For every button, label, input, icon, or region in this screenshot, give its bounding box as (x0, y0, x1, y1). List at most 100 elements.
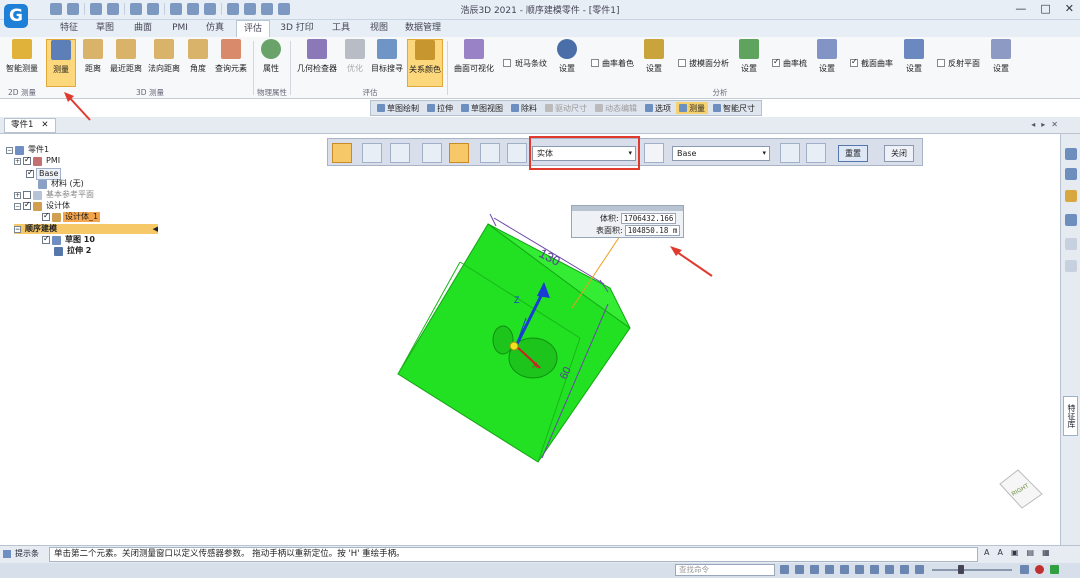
link-icon[interactable] (244, 3, 256, 15)
collapse-icon[interactable]: − (14, 225, 21, 233)
draft-analysis-checkbox[interactable] (678, 59, 686, 67)
results-copy-icon[interactable] (806, 143, 826, 163)
close-tab-icon[interactable]: ✕ (41, 119, 48, 132)
zebra-settings-button[interactable]: 设置 (556, 39, 578, 87)
reflection-plane-checkbox[interactable] (937, 59, 945, 67)
measure-list-icon[interactable] (362, 143, 382, 163)
expand-panel-icon[interactable] (1065, 260, 1077, 272)
expand-icon[interactable]: + (14, 191, 21, 199)
smart-dimension-button[interactable]: 智能尺寸 (710, 102, 758, 114)
curvature-comb-settings-button[interactable]: 设置 (816, 39, 838, 87)
measure-strip-button[interactable]: 测量 (676, 102, 708, 114)
options-button[interactable]: 选项 (642, 102, 674, 114)
hole-feature-top[interactable] (492, 325, 514, 355)
expand-icon[interactable]: + (14, 157, 21, 165)
run-icon[interactable] (1050, 565, 1059, 574)
library-icon[interactable] (1065, 214, 1077, 226)
zoom-area-icon[interactable] (795, 565, 804, 574)
select-icon[interactable] (227, 3, 239, 15)
document-tab[interactable]: 零件1 ✕ (4, 118, 56, 133)
design-body-checkbox[interactable] (23, 200, 31, 210)
model-viewport[interactable]: 130 60 Z X RIGHT (0, 134, 1060, 545)
view-fit-icon[interactable] (780, 565, 789, 574)
entity-type-select[interactable]: 实体 ▾ (532, 146, 636, 161)
tree-node-root[interactable]: − 零件1 (6, 145, 51, 155)
measure-sensor-icon[interactable] (390, 143, 410, 163)
tree-node-pmi[interactable]: + PMI (14, 155, 62, 166)
sketch-draw-button[interactable]: 草图绘制 (374, 102, 422, 114)
copy-icon[interactable] (170, 3, 182, 15)
angle-select-icon[interactable] (480, 143, 500, 163)
tab-simulation[interactable]: 仿真 (200, 20, 230, 37)
base-checkbox[interactable] (26, 168, 34, 178)
zoom-slider[interactable] (932, 569, 1012, 571)
section-curvature-settings-button[interactable]: 设置 (903, 39, 925, 87)
query-element-button[interactable]: 查询元素 (212, 39, 250, 87)
font-smaller-icon[interactable]: A (997, 548, 1002, 557)
sketch-view-button[interactable]: 草图视图 (458, 102, 506, 114)
tab-surface[interactable]: 曲面 (128, 20, 158, 37)
tree-node-seq-modeling[interactable]: − 顺序建模 ◀ (14, 224, 158, 234)
line-tool-icon[interactable] (644, 143, 664, 163)
key-icon[interactable] (1065, 190, 1077, 202)
extrude-button[interactable]: 拉伸 (424, 102, 456, 114)
relation-color-button[interactable]: 关系颜色 (407, 39, 443, 87)
dropdown-icon[interactable] (278, 3, 290, 15)
measure-options-icon[interactable] (332, 143, 352, 163)
tree-node-base-planes[interactable]: + 基本参考平面 (14, 190, 96, 200)
curvature-shade-checkbox[interactable] (591, 59, 599, 67)
tab-tools[interactable]: 工具 (326, 20, 356, 37)
undo-icon[interactable] (107, 3, 119, 15)
tab-evaluate[interactable]: 评估 (236, 20, 270, 37)
section-curvature-checkbox[interactable] (850, 57, 858, 67)
play-icon[interactable] (261, 3, 273, 15)
layout-icon[interactable] (1020, 565, 1029, 574)
select-filter-icon[interactable] (449, 143, 469, 163)
tree-node-design-body-1[interactable]: 设计体_1 (42, 211, 101, 222)
coordinate-system-select[interactable]: Base ▾ (672, 146, 770, 161)
design-body-1-checkbox[interactable] (42, 211, 50, 221)
shade-icon[interactable] (870, 565, 879, 574)
print-icon[interactable] (130, 3, 142, 15)
stop-icon[interactable] (1035, 565, 1044, 574)
normal-distance-button[interactable]: 法向距离 (146, 39, 182, 87)
save-icon[interactable] (90, 3, 102, 15)
tab-pmi[interactable]: PMI (166, 20, 194, 37)
tab-next-icon[interactable]: ▸ (1041, 120, 1045, 129)
close-window-button[interactable]: ✕ (1065, 2, 1074, 15)
section-icon[interactable] (900, 565, 909, 574)
app-logo-icon[interactable]: G (4, 4, 28, 28)
view-orient-icon[interactable] (855, 565, 864, 574)
cut-icon[interactable] (204, 3, 216, 15)
base-planes-checkbox[interactable] (23, 191, 31, 199)
tab-3d-print[interactable]: 3D 打印 (276, 20, 318, 37)
distance-button[interactable]: 距离 (80, 39, 106, 87)
optimize-button[interactable]: 优化 (344, 39, 366, 87)
angle-button[interactable]: 角度 (186, 39, 210, 87)
zoom-icon[interactable] (810, 565, 819, 574)
wireframe-icon[interactable] (885, 565, 894, 574)
sketch10-checkbox[interactable] (42, 234, 50, 244)
tree-node-sketch10[interactable]: 草图 10 (42, 234, 97, 245)
pmi-checkbox[interactable] (23, 155, 31, 165)
command-search-input[interactable]: 查找命令 (675, 564, 775, 576)
tree-icon[interactable] (1065, 148, 1077, 160)
tab-data-management[interactable]: 数据管理 (402, 20, 444, 37)
smart-measure-button[interactable]: 智能测量 (4, 39, 40, 87)
pan-icon[interactable] (825, 565, 834, 574)
open-file-icon[interactable] (67, 3, 79, 15)
curve-select-icon[interactable] (507, 143, 527, 163)
tab-prev-icon[interactable]: ◂ (1031, 120, 1035, 129)
zoom-slider-thumb[interactable] (958, 565, 964, 574)
curvature-visual-button[interactable]: 曲面可视化 (452, 39, 496, 87)
collapse-icon[interactable]: − (14, 202, 21, 210)
zebra-checkbox[interactable] (503, 59, 511, 67)
reset-button[interactable]: 重置 (838, 145, 868, 162)
min-distance-button[interactable]: 最近距离 (108, 39, 144, 87)
tab-feature[interactable]: 特征 (54, 20, 84, 37)
cut-button[interactable]: 除料 (508, 102, 540, 114)
reflection-plane-settings-button[interactable]: 设置 (990, 39, 1012, 87)
tab-sketch[interactable]: 草图 (90, 20, 120, 37)
geometry-inspector-button[interactable]: 几何检查器 (294, 39, 340, 87)
result-box-handle[interactable] (572, 206, 683, 211)
